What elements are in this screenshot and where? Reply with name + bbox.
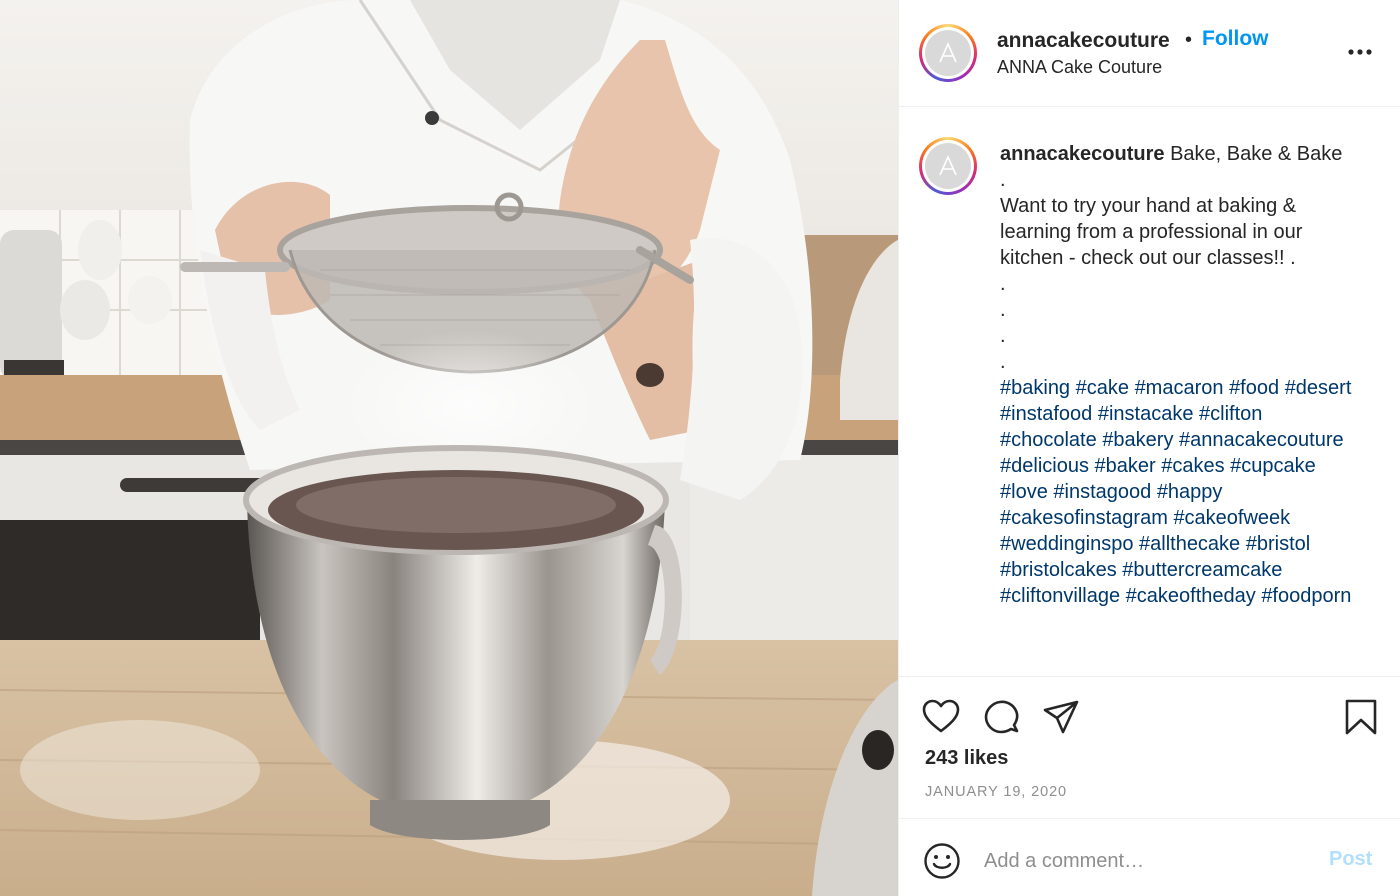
hashtag-link[interactable]: #instafood — [1000, 403, 1092, 425]
caption-line: . — [1000, 273, 1006, 295]
hashtag-link[interactable]: #instagood — [1053, 481, 1151, 503]
post-photo[interactable] — [0, 0, 898, 896]
caption-line: . — [1000, 325, 1006, 347]
hashtag-link[interactable]: #foodporn — [1261, 585, 1351, 607]
hashtag-link[interactable]: #clifton — [1199, 403, 1262, 425]
header-subtitle[interactable]: ANNA Cake Couture — [997, 57, 1162, 78]
avatar[interactable] — [919, 24, 977, 82]
more-horizontal-icon[interactable] — [1345, 40, 1375, 64]
caption-line: . — [1000, 169, 1006, 191]
smiley-icon[interactable] — [923, 842, 961, 880]
hashtag-link[interactable]: #love — [1000, 481, 1048, 503]
bookmark-icon[interactable] — [1341, 697, 1381, 737]
hashtag-link[interactable]: #food — [1229, 377, 1279, 399]
hashtag-link[interactable]: #bristolcakes — [1000, 559, 1117, 581]
header-username[interactable]: annacakecouture — [997, 29, 1170, 53]
hashtag-link[interactable]: #cupcake — [1230, 455, 1316, 477]
heart-icon[interactable] — [921, 697, 961, 737]
hashtag-link[interactable]: #delicious — [1000, 455, 1089, 477]
hashtag-link[interactable]: #cakes — [1161, 455, 1224, 477]
hashtag-link[interactable]: #baker — [1095, 455, 1156, 477]
hashtag-link[interactable]: #cakesofinstagram — [1000, 507, 1168, 529]
post-header: annacakecouture • Follow ANNA Cake Coutu… — [899, 0, 1400, 107]
separator-dot: • — [1185, 29, 1193, 51]
hashtag-link[interactable]: #allthecake — [1139, 533, 1240, 555]
baker-sifting-flour-image — [0, 0, 898, 896]
hashtag-link[interactable]: #buttercreamcake — [1122, 559, 1282, 581]
hashtag-link[interactable]: #cakeofweek — [1173, 507, 1290, 529]
hashtag-link[interactable]: #weddinginspo — [1000, 533, 1133, 555]
hashtag-link[interactable]: #chocolate — [1000, 429, 1097, 451]
likes-count[interactable]: 243 likes — [925, 747, 1008, 770]
instagram-post-dialog: annacakecouture • Follow ANNA Cake Coutu… — [0, 0, 1400, 896]
caption-username[interactable]: annacakecouture — [1000, 143, 1165, 165]
hashtag-link[interactable]: #instacake — [1098, 403, 1194, 425]
comment-box: Post — [899, 818, 1400, 896]
hashtag-link[interactable]: #macaron — [1135, 377, 1224, 399]
hashtag-link[interactable]: #baking — [1000, 377, 1070, 399]
post-side-panel: annacakecouture • Follow ANNA Cake Coutu… — [898, 0, 1400, 896]
caption-line: Bake, Bake & Bake — [1164, 143, 1343, 165]
hashtag-link[interactable]: #bakery — [1102, 429, 1173, 451]
caption-text: annacakecouture Bake, Bake & Bake . Want… — [1000, 141, 1362, 609]
anna-logo-icon — [925, 143, 971, 189]
anna-logo-icon — [925, 30, 971, 76]
hashtag-link[interactable]: #cake — [1076, 377, 1129, 399]
hashtag-link[interactable]: #cliftonvillage — [1000, 585, 1120, 607]
follow-button[interactable]: Follow — [1202, 27, 1269, 51]
caption-area[interactable]: annacakecouture Bake, Bake & Bake . Want… — [899, 108, 1400, 676]
caption-line: Want to try your hand at baking & learni… — [1000, 195, 1303, 269]
hashtag-link[interactable]: #annacakecouture — [1179, 429, 1344, 451]
post-comment-button[interactable]: Post — [1329, 848, 1372, 871]
caption-line: . — [1000, 351, 1006, 373]
comment-input[interactable] — [984, 845, 1304, 877]
hashtag-link[interactable]: #happy — [1157, 481, 1223, 503]
hashtag-link[interactable]: #cakeoftheday — [1126, 585, 1256, 607]
hashtag-link[interactable]: #desert — [1285, 377, 1352, 399]
comment-icon[interactable] — [981, 697, 1021, 737]
post-date[interactable]: JANUARY 19, 2020 — [925, 784, 1067, 800]
caption-avatar[interactable] — [919, 137, 977, 195]
post-actions: 243 likes JANUARY 19, 2020 — [899, 676, 1400, 818]
caption-scrollbar[interactable] — [1395, 108, 1399, 674]
caption-line: . — [1000, 299, 1006, 321]
hashtag-list: #baking #cake #macaron #food #desert #in… — [1000, 377, 1351, 607]
share-icon[interactable] — [1041, 697, 1081, 737]
hashtag-link[interactable]: #bristol — [1246, 533, 1310, 555]
